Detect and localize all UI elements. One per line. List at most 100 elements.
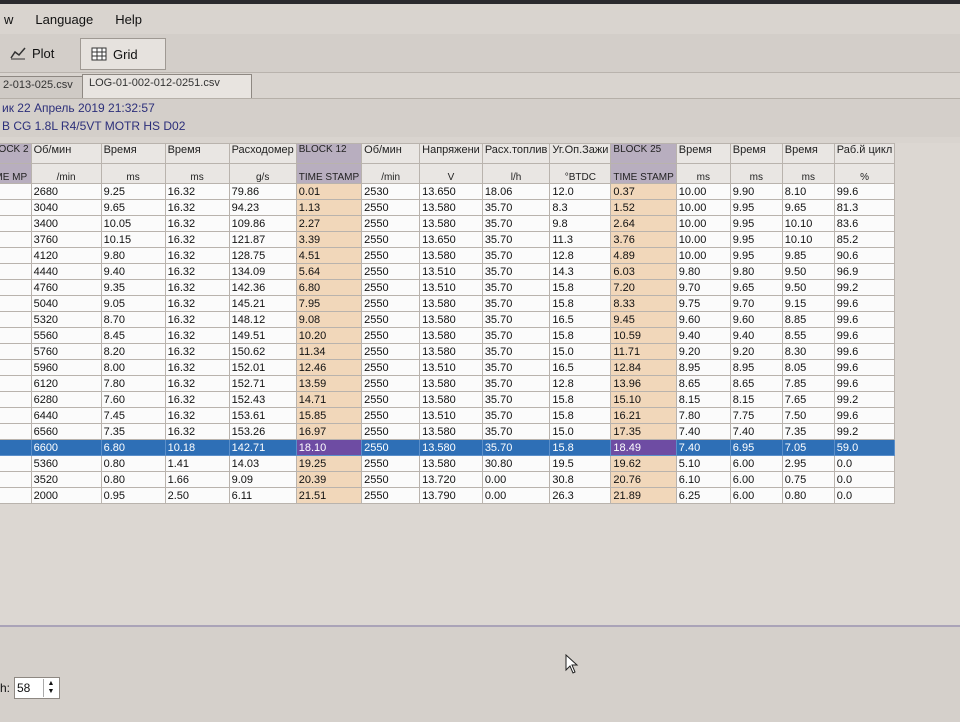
grid-cell[interactable]: 10.00 xyxy=(675,247,731,264)
grid-cell[interactable]: 10.10 xyxy=(781,231,835,248)
grid-cell[interactable]: 0.75 xyxy=(781,471,835,488)
grid-cell[interactable]: 21.51 xyxy=(295,487,363,504)
grid-cell[interactable]: 5320 xyxy=(30,311,102,328)
grid-cell[interactable]: 2550 xyxy=(361,487,421,504)
grid-cell[interactable]: 2550 xyxy=(361,359,421,376)
grid-cell[interactable]: 7.20 xyxy=(610,279,677,296)
grid-cell[interactable]: 9.08 xyxy=(295,311,363,328)
grid-cell[interactable]: 2550 xyxy=(361,471,421,488)
row-timestamp-cell[interactable] xyxy=(0,231,32,248)
grid-cell[interactable]: 10.59 xyxy=(610,327,677,344)
grid-cell[interactable]: 13.580 xyxy=(419,215,483,232)
grid-cell[interactable]: 6600 xyxy=(30,439,102,456)
grid-cell[interactable]: 5360 xyxy=(30,455,102,472)
table-row[interactable]: 5760 8.20 16.32 150.62 11.34 2550 13.580 35.70 1… xyxy=(0,343,896,360)
table-row[interactable]: 5040 9.05 16.32 145.21 7.95 2550 13.580 35.70 15… xyxy=(0,295,896,312)
grid-cell[interactable]: 11.34 xyxy=(295,343,363,360)
grid-cell[interactable]: 10.20 xyxy=(295,327,363,344)
grid-cell[interactable]: 10.05 xyxy=(100,215,166,232)
grid-cell[interactable]: 4.89 xyxy=(610,247,677,264)
grid-cell[interactable]: 9.45 xyxy=(610,311,677,328)
grid-cell[interactable]: 8.65 xyxy=(675,375,731,392)
table-row[interactable]: 3400 10.05 16.32 109.86 2.27 2550 13.580 35.70 9… xyxy=(0,215,896,232)
grid-cell[interactable]: 35.70 xyxy=(481,343,551,360)
col-header-ignition[interactable]: Уг.Оп.Зажи xyxy=(549,143,612,164)
grid-cell[interactable]: 16.32 xyxy=(164,247,230,264)
grid-cell[interactable]: 7.40 xyxy=(729,423,783,440)
grid-cell[interactable]: 13.580 xyxy=(419,455,483,472)
grid-cell[interactable]: 35.70 xyxy=(481,215,551,232)
grid-cell[interactable]: 8.95 xyxy=(675,359,731,376)
grid-cell[interactable]: 9.85 xyxy=(781,247,835,264)
grid-cell[interactable]: 2550 xyxy=(361,247,421,264)
grid-cell[interactable]: 0.80 xyxy=(100,471,166,488)
grid-cell[interactable]: 13.510 xyxy=(419,279,483,296)
grid-cell[interactable]: 15.8 xyxy=(549,295,612,312)
grid-cell[interactable]: 9.90 xyxy=(729,183,783,200)
grid-cell[interactable]: 19.5 xyxy=(549,455,612,472)
grid-cell[interactable]: 35.70 xyxy=(481,311,551,328)
row-timestamp-cell[interactable] xyxy=(0,359,32,376)
grid-cell[interactable]: 5.64 xyxy=(295,263,363,280)
grid-cell[interactable]: 13.580 xyxy=(419,439,483,456)
grid-cell[interactable]: 15.0 xyxy=(549,343,612,360)
grid-cell[interactable]: 99.2 xyxy=(833,279,896,296)
grid-cell[interactable]: 145.21 xyxy=(228,295,297,312)
table-row[interactable]: 2680 9.25 16.32 79.86 0.01 2530 13.650 18.06 12.… xyxy=(0,183,896,200)
grid-cell[interactable]: 8.15 xyxy=(675,391,731,408)
grid-cell[interactable]: 5760 xyxy=(30,343,102,360)
row-timestamp-cell[interactable] xyxy=(0,487,32,504)
grid-cell[interactable]: 7.80 xyxy=(675,407,731,424)
col-header-rpm-2[interactable]: Об/мин xyxy=(361,143,421,164)
grid-cell[interactable]: 94.23 xyxy=(228,199,297,216)
grid-cell[interactable]: 2550 xyxy=(361,231,421,248)
row-timestamp-cell[interactable] xyxy=(0,247,32,264)
col-header-timestamp-1[interactable]: ME MP xyxy=(0,163,32,184)
grid-cell[interactable]: 99.6 xyxy=(833,295,896,312)
grid-cell[interactable]: 99.2 xyxy=(833,391,896,408)
table-row[interactable]: 4760 9.35 16.32 142.36 6.80 2550 13.510 35.70 15… xyxy=(0,279,896,296)
grid-cell[interactable]: 3400 xyxy=(30,215,102,232)
menu-language[interactable]: Language xyxy=(31,10,97,32)
grid-cell[interactable]: 121.87 xyxy=(228,231,297,248)
grid-cell[interactable]: 13.510 xyxy=(419,407,483,424)
grid-cell[interactable]: 15.8 xyxy=(549,407,612,424)
grid-cell[interactable]: 7.40 xyxy=(675,423,731,440)
grid-cell[interactable]: 10.10 xyxy=(781,215,835,232)
grid-cell[interactable]: 6.03 xyxy=(610,263,677,280)
grid-cell[interactable]: 16.32 xyxy=(164,391,230,408)
row-timestamp-cell[interactable] xyxy=(0,439,32,456)
grid-cell[interactable]: 9.80 xyxy=(100,247,166,264)
grid-cell[interactable]: 13.59 xyxy=(295,375,363,392)
grid-cell[interactable]: 7.45 xyxy=(100,407,166,424)
grid-cell[interactable]: 0.00 xyxy=(481,487,551,504)
grid-cell[interactable]: 142.71 xyxy=(228,439,297,456)
grid-cell[interactable]: 99.6 xyxy=(833,311,896,328)
grid-cell[interactable]: 9.65 xyxy=(100,199,166,216)
grid-cell[interactable]: 4.51 xyxy=(295,247,363,264)
grid-cell[interactable]: 35.70 xyxy=(481,407,551,424)
grid-cell[interactable]: 11.71 xyxy=(610,343,677,360)
grid-cell[interactable]: 9.20 xyxy=(675,343,731,360)
grid-cell[interactable]: 96.9 xyxy=(833,263,896,280)
grid-cell[interactable]: 13.510 xyxy=(419,263,483,280)
grid-cell[interactable]: 99.6 xyxy=(833,375,896,392)
grid-cell[interactable]: 9.65 xyxy=(729,279,783,296)
grid-cell[interactable]: 6440 xyxy=(30,407,102,424)
grid-cell[interactable]: 35.70 xyxy=(481,247,551,264)
grid-cell[interactable]: 13.580 xyxy=(419,311,483,328)
grid-cell[interactable]: 35.70 xyxy=(481,295,551,312)
row-timestamp-cell[interactable] xyxy=(0,407,32,424)
grid-cell[interactable]: 35.70 xyxy=(481,359,551,376)
grid-cell[interactable]: 7.85 xyxy=(781,375,835,392)
col-header-voltage[interactable]: Напряжени xyxy=(419,143,483,164)
grid-cell[interactable]: 6.00 xyxy=(729,487,783,504)
grid-cell[interactable]: 8.15 xyxy=(729,391,783,408)
grid-cell[interactable]: 4760 xyxy=(30,279,102,296)
grid-cell[interactable]: 14.3 xyxy=(549,263,612,280)
row-timestamp-cell[interactable] xyxy=(0,311,32,328)
grid-cell[interactable]: 8.33 xyxy=(610,295,677,312)
grid-cell[interactable]: 9.95 xyxy=(729,199,783,216)
grid-cell[interactable]: 16.32 xyxy=(164,423,230,440)
grid-cell[interactable]: 16.32 xyxy=(164,327,230,344)
